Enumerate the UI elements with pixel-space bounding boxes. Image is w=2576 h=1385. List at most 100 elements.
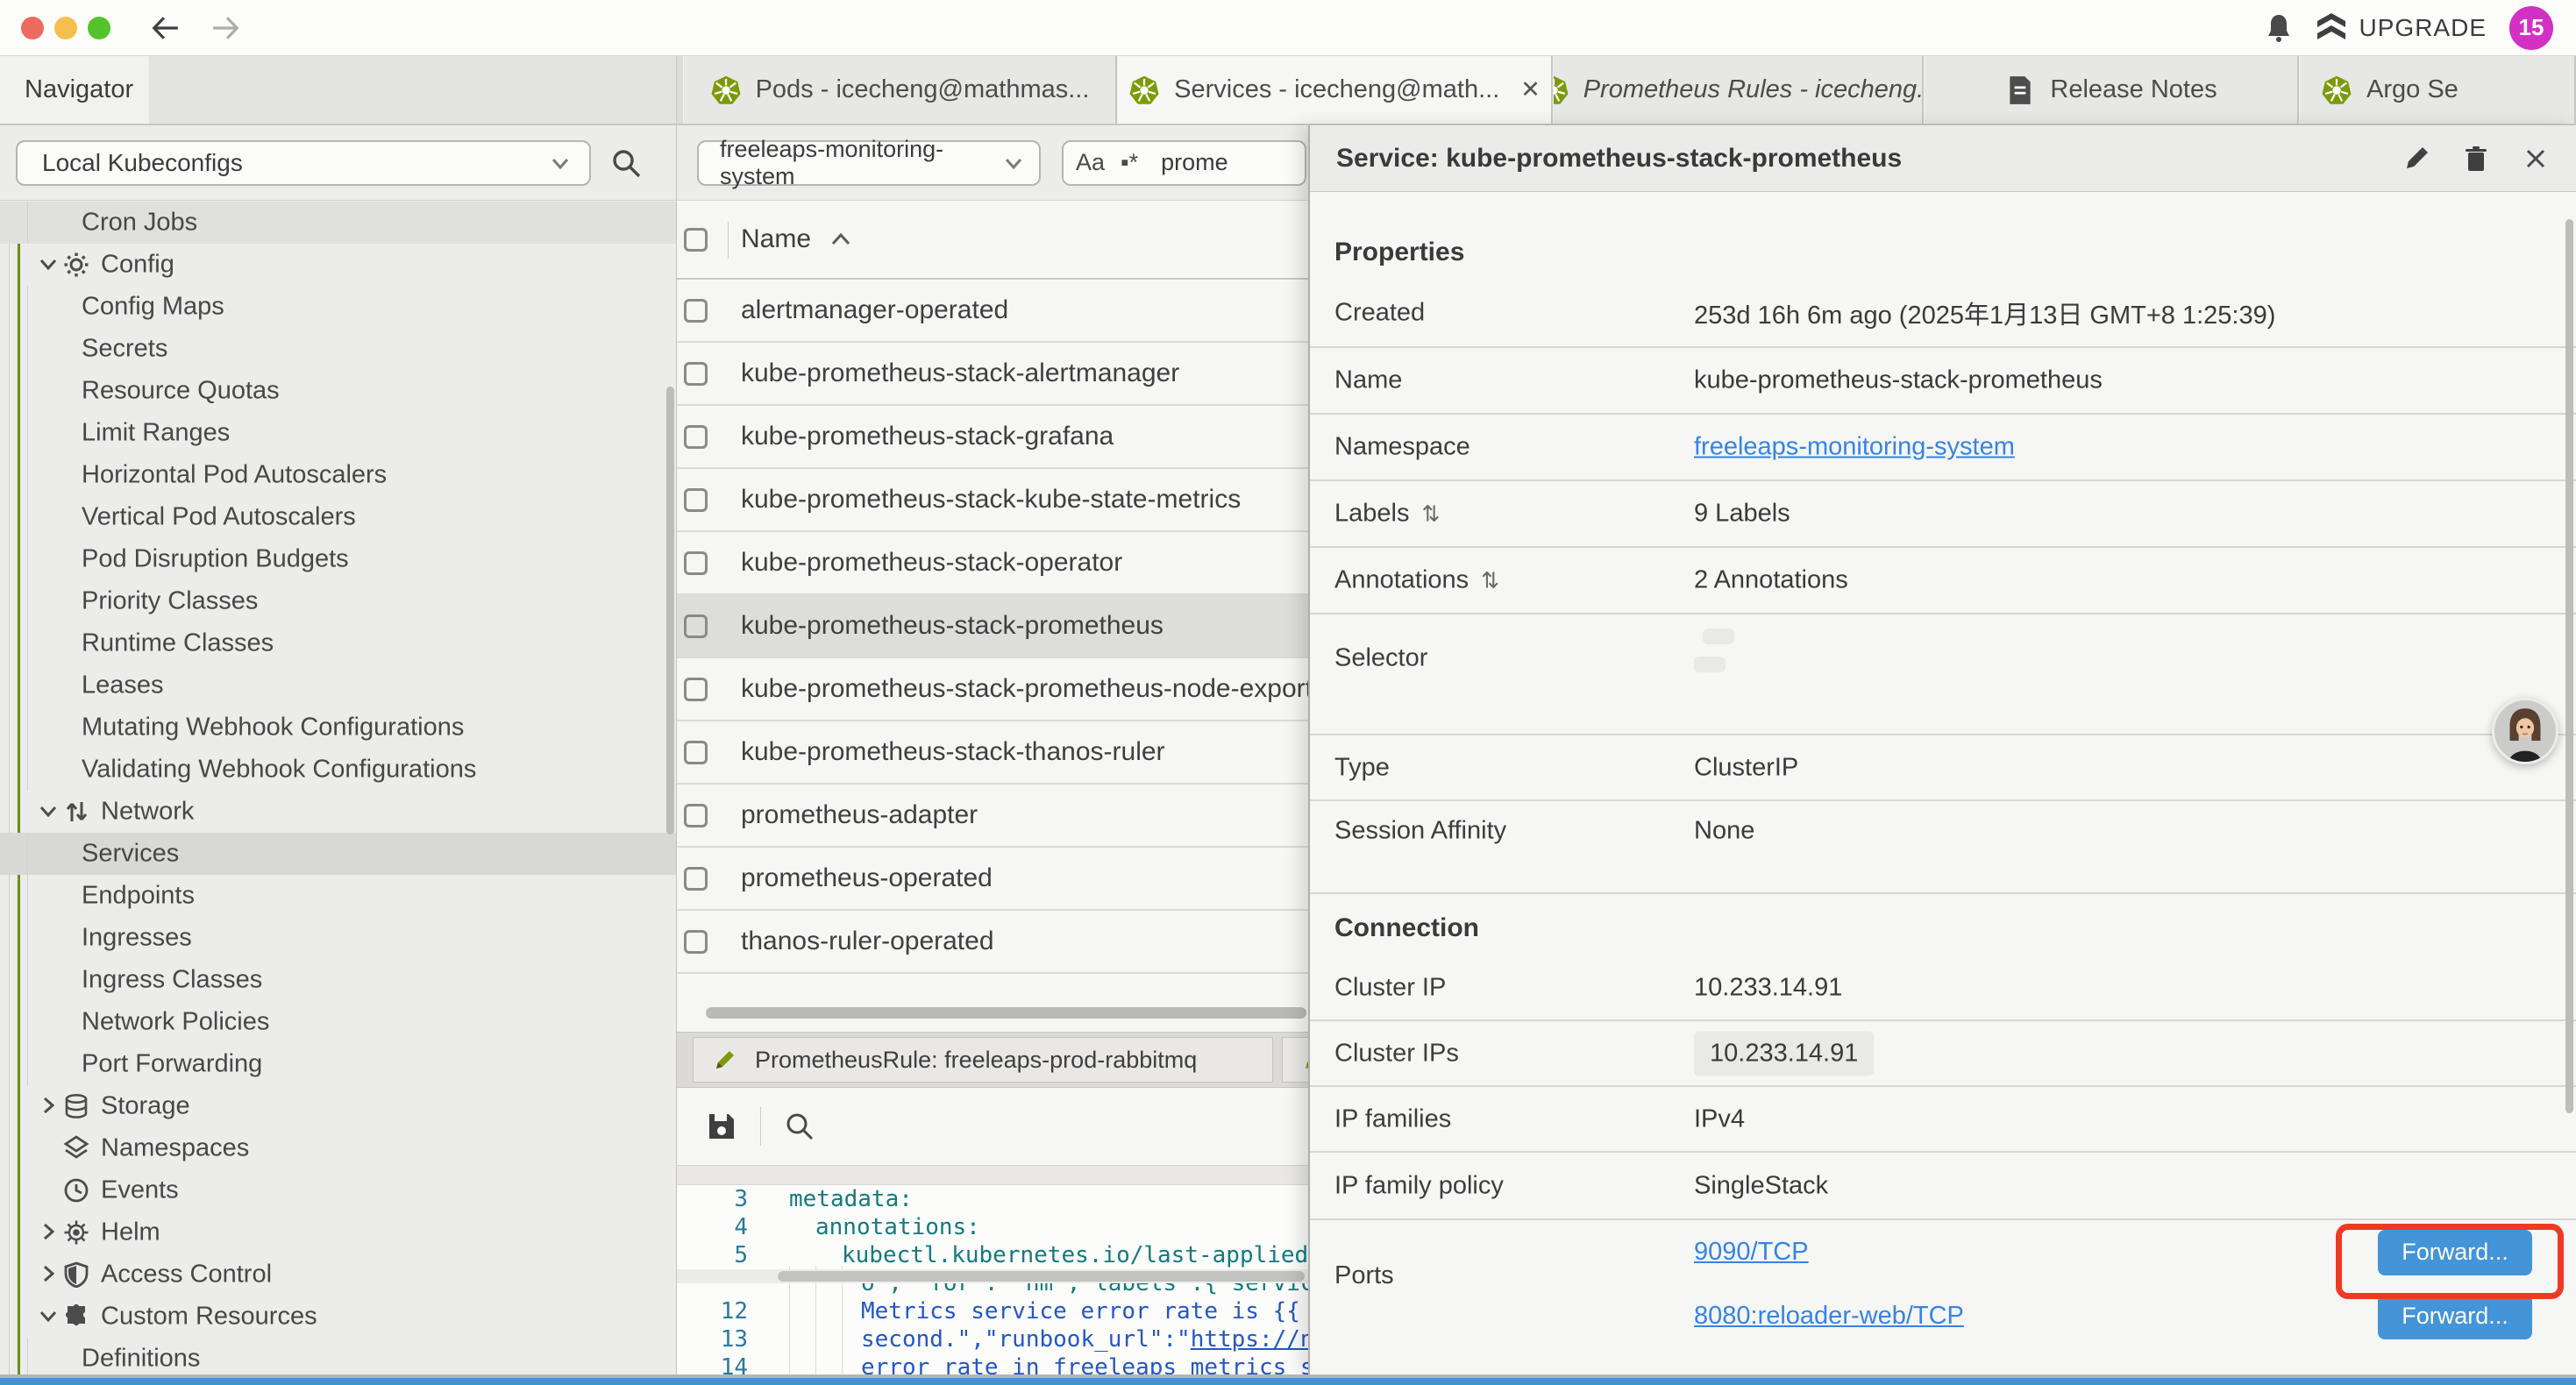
- regex-icon[interactable]: ▪*: [1121, 149, 1138, 176]
- port-link[interactable]: 9090/TCP: [1694, 1238, 1809, 1267]
- expand-collapse-icon[interactable]: ⇅: [1421, 501, 1440, 527]
- sidebar-item[interactable]: Limit Ranges: [0, 412, 676, 454]
- sidebar-item[interactable]: Secrets: [0, 328, 676, 370]
- sidebar-item[interactable]: Port Forwarding: [0, 1043, 676, 1085]
- sort-ascending-icon[interactable]: [830, 232, 851, 246]
- upgrade-button[interactable]: UPGRADE: [2316, 13, 2487, 43]
- chevron-down-icon[interactable]: [37, 1304, 61, 1327]
- sidebar-item[interactable]: Custom Resources: [0, 1296, 676, 1338]
- sidebar-item[interactable]: Leases: [0, 664, 676, 707]
- service-row[interactable]: prometheus-adapter: [677, 785, 1308, 848]
- filter-value[interactable]: prome: [1161, 149, 1228, 176]
- row-checkbox[interactable]: [684, 488, 708, 512]
- row-checkbox[interactable]: [684, 867, 708, 891]
- sidebar-item[interactable]: Validating Webhook Configurations: [0, 749, 676, 791]
- namespace-link[interactable]: freeleaps-monitoring-system: [1694, 433, 2015, 462]
- maximize-window-button[interactable]: [88, 17, 110, 39]
- editor-line[interactable]: 4annotations:: [677, 1213, 1308, 1241]
- sidebar-item[interactable]: Storage: [0, 1085, 676, 1127]
- forward-button[interactable]: Forward...: [2378, 1294, 2532, 1339]
- notification-count-badge[interactable]: 15: [2509, 6, 2553, 50]
- sidebar-item[interactable]: Network Policies: [0, 1001, 676, 1043]
- chevron-down-icon[interactable]: [37, 252, 61, 275]
- service-row[interactable]: alertmanager-operated: [677, 280, 1308, 343]
- sidebar-item[interactable]: Definitions: [0, 1338, 676, 1374]
- row-checkbox[interactable]: [684, 551, 708, 575]
- service-row[interactable]: kube-prometheus-stack-prometheus: [677, 595, 1308, 658]
- detail-scrollbar[interactable]: [2565, 219, 2573, 1113]
- sidebar-item[interactable]: Vertical Pod Autoscalers: [0, 496, 676, 538]
- forward-button[interactable]: Forward...: [2378, 1230, 2532, 1275]
- sidebar-scrollbar[interactable]: [666, 387, 674, 835]
- minimize-window-button[interactable]: [54, 17, 77, 39]
- service-row[interactable]: prometheus-operated: [677, 848, 1308, 911]
- content-tab[interactable]: Release Notes: [1924, 56, 2299, 124]
- service-row[interactable]: thanos-ruler-operated: [677, 911, 1308, 974]
- sidebar-item[interactable]: Pod Disruption Budgets: [0, 538, 676, 580]
- sidebar-item[interactable]: Services: [0, 833, 676, 875]
- search-icon[interactable]: [610, 147, 642, 179]
- kubeconfig-selector[interactable]: Local Kubeconfigs: [16, 140, 591, 186]
- content-tab[interactable]: Argo Se: [2299, 56, 2576, 124]
- select-all-checkbox[interactable]: [684, 228, 708, 252]
- service-row[interactable]: kube-prometheus-stack-kube-state-metrics: [677, 469, 1308, 532]
- row-checkbox[interactable]: [684, 804, 708, 827]
- sidebar-item[interactable]: Horizontal Pod Autoscalers: [0, 454, 676, 496]
- sidebar-item[interactable]: Mutating Webhook Configurations: [0, 707, 676, 749]
- assistant-avatar[interactable]: [2492, 698, 2558, 764]
- service-row[interactable]: kube-prometheus-stack-operator: [677, 532, 1308, 595]
- edit-pencil-icon[interactable]: [2402, 145, 2430, 173]
- content-tab[interactable]: Services - icecheng@math... ✕: [1117, 56, 1553, 124]
- editor-line[interactable]: 12Metrics service error rate is {{ $va: [677, 1297, 1308, 1325]
- row-checkbox[interactable]: [684, 678, 708, 701]
- editor-tab[interactable]: PrometheusRule: freeleaps-prod-rabbitmq: [693, 1037, 1273, 1083]
- sidebar-item[interactable]: Events: [0, 1169, 676, 1211]
- namespace-selector[interactable]: freeleaps-monitoring-system: [697, 140, 1041, 186]
- chevron-right-icon[interactable]: [37, 1094, 61, 1117]
- sidebar-item[interactable]: Namespaces: [0, 1127, 676, 1169]
- close-window-button[interactable]: [21, 17, 44, 39]
- chevron-down-icon[interactable]: [37, 799, 61, 822]
- editor-line[interactable]: 3metadata:: [677, 1185, 1308, 1213]
- sidebar-item[interactable]: Config Maps: [0, 286, 676, 328]
- editor-tab-partial[interactable]: [1282, 1037, 1308, 1083]
- row-checkbox[interactable]: [684, 741, 708, 764]
- filter-input[interactable]: Aa ▪* prome: [1062, 140, 1306, 186]
- sidebar-item[interactable]: Access Control: [0, 1254, 676, 1296]
- yaml-editor[interactable]: 3metadata:4annotations:5kubectl.kubernet…: [677, 1185, 1308, 1374]
- sidebar-item[interactable]: Ingresses: [0, 917, 676, 959]
- content-tab[interactable]: Pods - icecheng@mathmas...: [683, 56, 1117, 124]
- back-icon[interactable]: [151, 13, 181, 43]
- editor-line[interactable]: 14error rate in freeleaps metrics ser: [677, 1353, 1308, 1374]
- port-link[interactable]: 8080:reloader-web/TCP: [1694, 1302, 1964, 1331]
- sidebar-item[interactable]: Helm: [0, 1211, 676, 1254]
- delete-trash-icon[interactable]: [2462, 145, 2490, 173]
- row-checkbox[interactable]: [684, 299, 708, 323]
- close-icon[interactable]: [2522, 145, 2550, 173]
- chevron-right-icon[interactable]: [37, 1220, 61, 1243]
- save-icon[interactable]: [706, 1111, 737, 1142]
- editor-horizontal-scrollbar[interactable]: [677, 1269, 1308, 1283]
- horizontal-scrollbar[interactable]: [706, 1007, 1306, 1019]
- sidebar-item[interactable]: Cron Jobs: [0, 202, 676, 244]
- chevron-right-icon[interactable]: [37, 1262, 61, 1285]
- sidebar-item[interactable]: Network: [0, 791, 676, 833]
- editor-search-icon[interactable]: [784, 1111, 815, 1142]
- row-checkbox[interactable]: [684, 425, 708, 449]
- notifications-bell-icon[interactable]: [2265, 13, 2293, 43]
- content-tab[interactable]: Prometheus Rules - icecheng...: [1553, 56, 1924, 124]
- forward-icon[interactable]: [210, 13, 240, 43]
- service-row[interactable]: kube-prometheus-stack-prometheus-node-ex…: [677, 658, 1308, 721]
- service-row[interactable]: kube-prometheus-stack-thanos-ruler: [677, 721, 1308, 785]
- editor-line[interactable]: 5kubectl.kubernetes.io/last-applied-conf…: [677, 1241, 1308, 1269]
- sidebar-item[interactable]: Priority Classes: [0, 580, 676, 622]
- match-case-icon[interactable]: Aa: [1076, 149, 1105, 176]
- sidebar-item[interactable]: Endpoints: [0, 875, 676, 917]
- row-checkbox[interactable]: [684, 362, 708, 386]
- sidebar-item[interactable]: Config: [0, 244, 676, 286]
- navigator-panel-tab[interactable]: Navigator: [0, 56, 149, 124]
- sidebar-item[interactable]: Resource Quotas: [0, 370, 676, 412]
- row-checkbox[interactable]: [684, 614, 708, 638]
- sidebar-item[interactable]: Ingress Classes: [0, 959, 676, 1001]
- service-row[interactable]: kube-prometheus-stack-grafana: [677, 406, 1308, 469]
